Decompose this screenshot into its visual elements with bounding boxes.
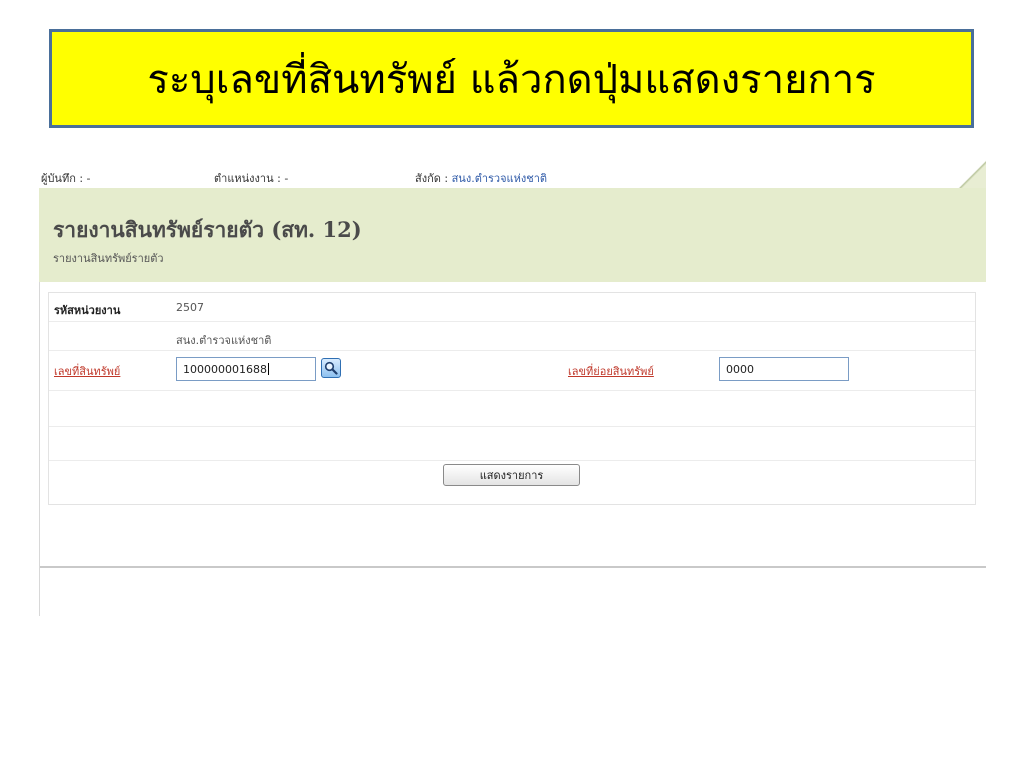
- recorder-label: ผู้บันทึก : -: [41, 172, 91, 185]
- show-report-button[interactable]: แสดงรายการ: [443, 464, 580, 486]
- user-info-bar: ผู้บันทึก : - ตำแหน่งงาน : - สังกัด : สน…: [39, 160, 986, 204]
- page-subtitle: รายงานสินทรัพย์รายตัว: [53, 252, 164, 265]
- search-form: รหัสหน่วยงาน 2507 สนง.ตำรวจแห่งชาติ เลขท…: [48, 292, 976, 505]
- search-icon: [324, 361, 338, 375]
- affiliation: สังกัด : สนง.ตำรวจแห่งชาติ: [415, 169, 547, 187]
- form-panel: รหัสหน่วยงาน 2507 สนง.ตำรวจแห่งชาติ เลขท…: [40, 282, 986, 568]
- row-empty-1: [49, 391, 975, 427]
- page-title: รายงานสินทรัพย์รายตัว (สท. 12): [53, 217, 362, 242]
- row-unit-name: สนง.ตำรวจแห่งชาติ: [49, 322, 975, 351]
- asset-search-button[interactable]: [321, 358, 341, 378]
- show-report-button-label: แสดงรายการ: [479, 469, 544, 482]
- app-screenshot: ผู้บันทึก : - ตำแหน่งงาน : - สังกัด : สน…: [39, 160, 986, 616]
- asset-number-input[interactable]: 100000001688: [176, 357, 316, 381]
- sub-asset-number-label[interactable]: เลขที่ย่อยสินทรัพย์: [568, 362, 654, 380]
- row-actions: แสดงรายการ: [49, 461, 975, 495]
- affiliation-value: สนง.ตำรวจแห่งชาติ: [451, 172, 548, 185]
- unit-code-label: รหัสหน่วยงาน: [54, 304, 121, 317]
- affiliation-label: สังกัด :: [415, 172, 449, 185]
- asset-number-value: 100000001688: [183, 363, 267, 376]
- page-header: รายงานสินทรัพย์รายตัว (สท. 12) รายงานสิน…: [39, 188, 986, 282]
- asset-number-label[interactable]: เลขที่สินทรัพย์: [54, 362, 120, 380]
- row-empty-2: [49, 427, 975, 461]
- position-label: ตำแหน่งงาน : -: [214, 172, 289, 185]
- unit-code-value: 2507: [176, 301, 204, 314]
- row-asset-number: เลขที่สินทรัพย์ 100000001688 เลขที่ย่อยส…: [49, 351, 975, 391]
- instruction-text: ระบุเลขที่สินทรัพย์ แล้วกดปุ่มแสดงรายการ: [147, 56, 876, 103]
- sub-asset-number-input[interactable]: 0000: [719, 357, 849, 381]
- instruction-banner: ระบุเลขที่สินทรัพย์ แล้วกดปุ่มแสดงรายการ: [49, 29, 974, 128]
- text-caret: [267, 363, 269, 375]
- row-unit-code: รหัสหน่วยงาน 2507: [49, 293, 975, 322]
- unit-name-value: สนง.ตำรวจแห่งชาติ: [176, 334, 272, 347]
- sub-asset-number-value: 0000: [726, 363, 754, 376]
